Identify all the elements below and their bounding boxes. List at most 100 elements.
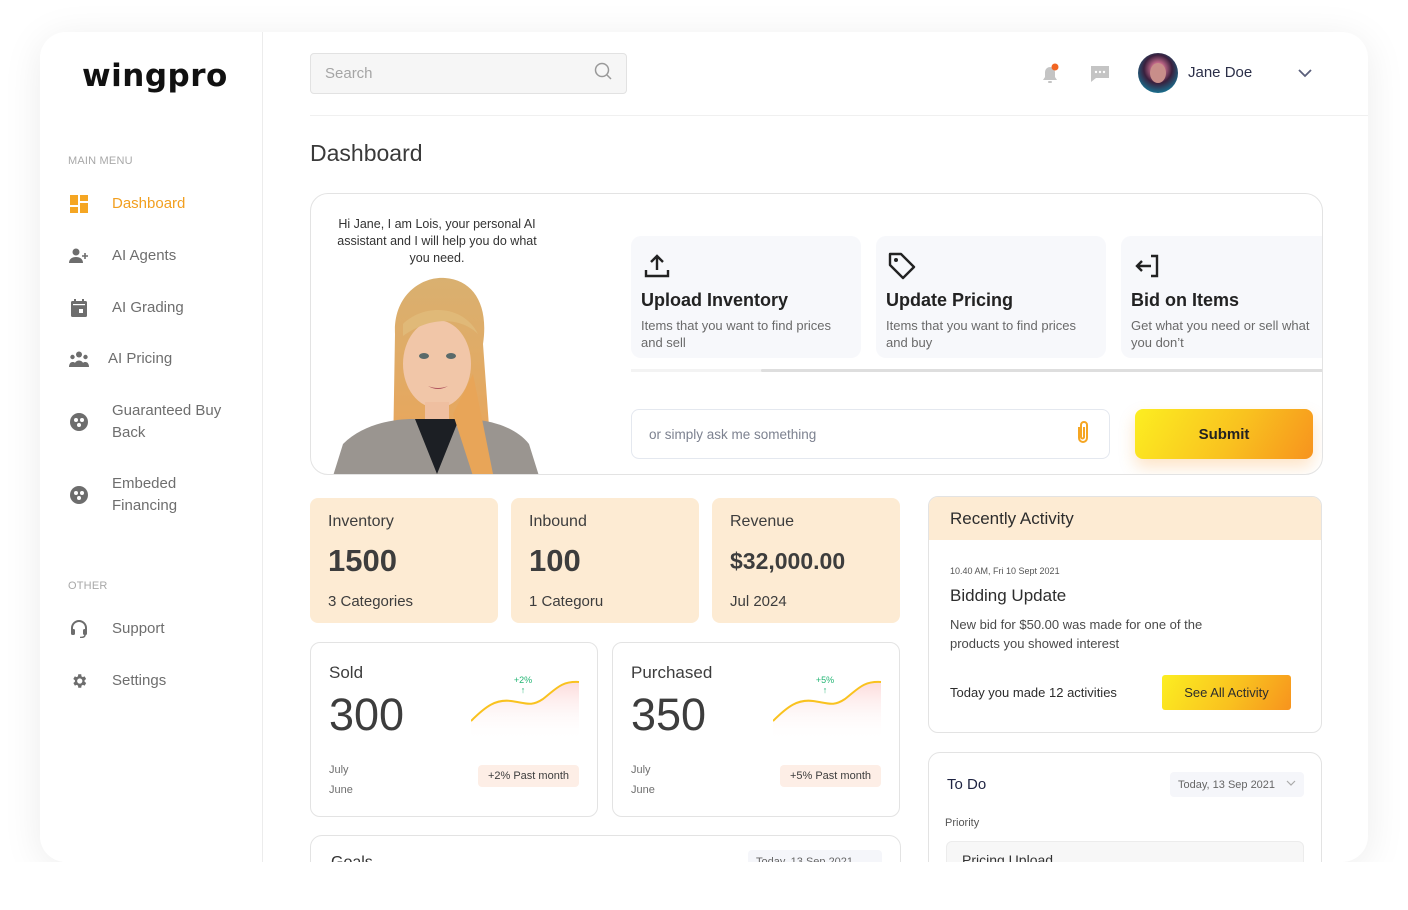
upload-icon [641, 250, 673, 282]
sidebar-item-settings[interactable]: Settings [68, 670, 253, 692]
activity-time: 10.40 AM, Fri 10 Sept 2021 [950, 566, 1060, 576]
sidebar-item-guaranteed-buy-back[interactable]: Guaranteed Buy Back [68, 400, 253, 444]
actions-scrollbar[interactable] [631, 369, 1322, 372]
ask-input-box[interactable] [631, 409, 1110, 459]
arrow-up-icon: ↑ [822, 685, 828, 695]
todo-card: To Do Today, 13 Sep 2021 Priority Pricin… [928, 752, 1322, 862]
stat-card-inbound: Inbound 100 1 Categoru [511, 498, 699, 623]
stat-card-revenue: Revenue $32,000.00 Jul 2024 [712, 498, 900, 623]
trend-badge: +5% Past month [779, 765, 881, 787]
search-bar[interactable] [310, 53, 627, 94]
group-icon [68, 348, 90, 370]
sign-in-icon [1131, 250, 1163, 282]
page-title: Dashboard [310, 140, 423, 166]
goals-date-select[interactable]: Today, 13 Sep 2021 [748, 850, 882, 862]
gear-icon [68, 670, 90, 692]
chevron-down-icon [1286, 778, 1296, 791]
stat-label: Inventory [328, 513, 394, 530]
header-divider [310, 115, 1368, 116]
sidebar-item-label: Dashboard [112, 195, 186, 212]
action-desc: Get what you need or sell what you don’t [1131, 318, 1310, 350]
sidebar-item-label: AI Agents [112, 247, 177, 264]
action-update-pricing[interactable]: Update Pricing Items that you want to fi… [876, 236, 1106, 358]
activity-item-title: Bidding Update [950, 586, 1067, 605]
todo-date-select[interactable]: Today, 13 Sep 2021 [1170, 772, 1304, 797]
main-menu-label: MAIN MENU [68, 155, 133, 167]
trend-delta-value: +5% [815, 675, 835, 685]
action-bid-on-items[interactable]: Bid on Items Get what you need or sell w… [1121, 236, 1322, 358]
sidebar-item-label: Settings [112, 672, 167, 689]
todo-priority-label: Priority [945, 817, 980, 829]
submit-button[interactable]: Submit [1135, 409, 1313, 459]
stat-card-inventory: Inventory 1500 3 Categories [310, 498, 498, 623]
sidebar-item-label: AI Pricing [108, 350, 173, 367]
trend-badge: +2% Past month [477, 765, 579, 787]
user-plus-icon [68, 245, 90, 267]
goals-card: Goals Today, 13 Sep 2021 [310, 835, 901, 862]
action-desc: Items that you want to find prices and s… [641, 318, 832, 350]
arrow-up-icon: ↑ [520, 685, 526, 695]
sidebar-item-embeded-financing[interactable]: Embeded Financing [68, 473, 253, 517]
calendar-icon [68, 297, 90, 319]
sidebar-item-label: Embeded Financing [112, 475, 178, 514]
trend-card-sold: Sold 300 +2% ↑ July June +2% Past month [310, 642, 598, 817]
sidebar-item-ai-agents[interactable]: AI Agents [68, 245, 253, 267]
assistant-greeting: Hi Jane, I am Lois, your personal AI ass… [337, 217, 537, 265]
logo: wingpro [82, 58, 228, 94]
trend-month-current: July [329, 764, 349, 776]
messages-icon[interactable] [1088, 62, 1112, 86]
assistant-card: Hi Jane, I am Lois, your personal AI ass… [310, 193, 1323, 475]
action-upload-inventory[interactable]: Upload Inventory Items that you want to … [631, 236, 861, 358]
stat-sub: 1 Categoru [529, 593, 604, 610]
action-desc: Items that you want to find prices and b… [886, 318, 1077, 350]
scrollbar-thumb[interactable] [761, 369, 1322, 372]
sidebar: wingpro MAIN MENU Dashboard AI Agents AI… [40, 32, 263, 862]
sidebar-item-dashboard[interactable]: Dashboard [68, 193, 253, 215]
activity-count: Today you made 12 activities [950, 685, 1117, 700]
goals-title: Goals [331, 854, 373, 862]
action-title: Update Pricing [886, 290, 1014, 310]
trend-delta: +5% ↑ [810, 675, 840, 695]
trend-delta-value: +2% [513, 675, 533, 685]
sidebar-item-ai-pricing[interactable]: AI Pricing [68, 348, 253, 370]
activity-item-desc: New bid for $50.00 was made for one of t… [950, 617, 1203, 651]
trend-card-purchased: Purchased 350 +5% ↑ July June +5% Past m… [612, 642, 900, 817]
user-name[interactable]: Jane Doe [1188, 64, 1252, 81]
action-title: Bid on Items [1131, 290, 1240, 310]
see-all-activity-button[interactable]: See All Activity [1162, 675, 1291, 710]
recent-activity-card: Recently Activity 10.40 AM, Fri 10 Sept … [928, 496, 1322, 733]
todo-item[interactable]: Pricing Upload [946, 841, 1304, 862]
stat-value: $32,000.00 [730, 547, 846, 574]
circle-dots-icon [68, 484, 90, 506]
notification-bell-icon[interactable] [1038, 62, 1062, 86]
headset-icon [68, 618, 90, 640]
stat-label: Inbound [529, 513, 587, 530]
todo-date-value: Today, 13 Sep 2021 [1178, 778, 1276, 791]
bottom-fade [0, 862, 1408, 910]
sidebar-item-support[interactable]: Support [68, 618, 253, 640]
stat-sub: 3 Categories [328, 593, 414, 610]
circle-dots-icon [68, 411, 90, 433]
stat-value: 1500 [328, 543, 397, 578]
trend-delta: +2% ↑ [508, 675, 538, 695]
search-input[interactable] [325, 65, 594, 82]
ask-input[interactable] [649, 426, 1074, 442]
assistant-portrait [333, 277, 539, 474]
user-avatar[interactable] [1138, 53, 1178, 93]
tag-icon [886, 250, 918, 282]
app-window: wingpro MAIN MENU Dashboard AI Agents AI… [40, 32, 1368, 862]
sidebar-item-ai-grading[interactable]: AI Grading [68, 297, 253, 319]
paperclip-icon[interactable] [1074, 420, 1092, 449]
dashboard-grid-icon [68, 193, 90, 215]
sidebar-item-label: Support [112, 620, 165, 637]
trend-month-previous: June [329, 784, 353, 796]
trend-month-previous: June [631, 784, 655, 796]
search-icon[interactable] [594, 62, 612, 85]
todo-title: To Do [947, 776, 987, 793]
other-label: OTHER [68, 580, 108, 592]
stat-value: 100 [529, 543, 581, 578]
trend-month-current: July [631, 764, 651, 776]
chevron-down-icon[interactable] [1296, 64, 1314, 82]
sidebar-item-label: AI Grading [112, 299, 184, 316]
stat-label: Revenue [730, 513, 795, 530]
